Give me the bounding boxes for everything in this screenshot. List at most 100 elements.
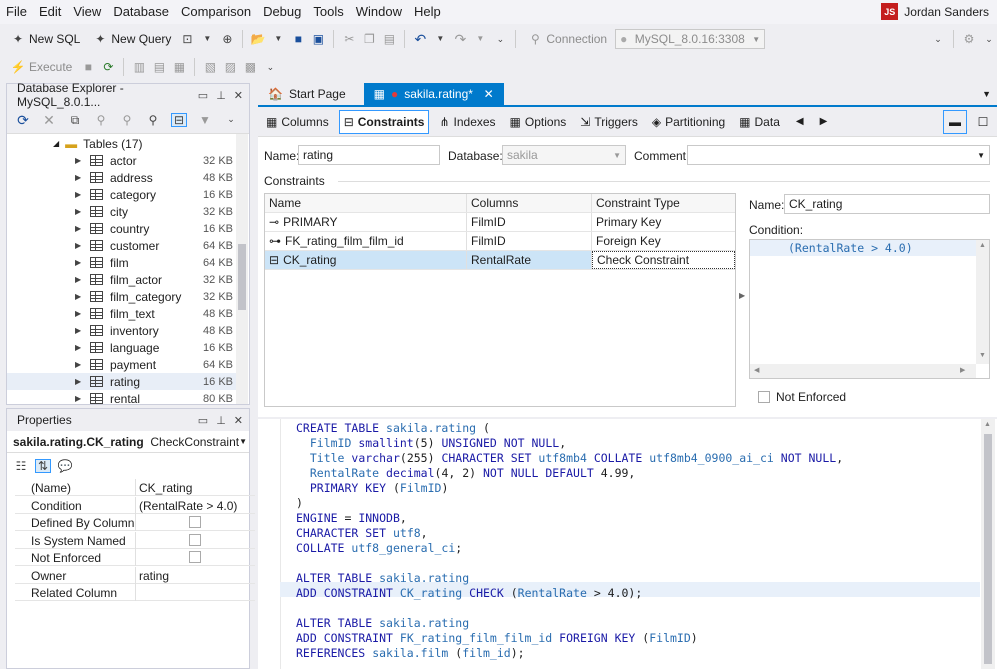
toolbar-tool-icon[interactable]: ▧ xyxy=(202,61,218,73)
collapsed-arrow-icon[interactable]: ▶ xyxy=(75,173,85,182)
collapsed-arrow-icon[interactable]: ▶ xyxy=(75,394,85,403)
not-enforced-checkbox[interactable]: Not Enforced xyxy=(758,390,846,404)
property-value[interactable]: CK_rating xyxy=(139,481,192,495)
tree-node-table[interactable]: ▶ film 64 KB xyxy=(7,254,237,271)
vertical-scrollbar[interactable]: ▲ ▼ xyxy=(976,240,989,364)
close-icon[interactable]: ✕ xyxy=(234,89,243,102)
tree-node-table[interactable]: ▶ category 16 KB xyxy=(7,186,237,203)
tree-node-table[interactable]: ▶ film_actor 32 KB xyxy=(7,271,237,288)
property-value[interactable]: (RentalRate > 4.0) xyxy=(139,499,237,513)
tab-partitioning[interactable]: ◈ Partitioning xyxy=(648,110,729,134)
connection-button[interactable]: ⚲ Connection xyxy=(523,30,611,48)
cut-icon[interactable]: ✂ xyxy=(341,33,357,45)
toolbar-tool-icon[interactable]: ▦ xyxy=(171,61,187,73)
constraint-name-field[interactable]: CK_rating xyxy=(784,194,990,214)
undo-icon[interactable]: ↶ xyxy=(412,32,428,46)
collapsed-arrow-icon[interactable]: ▶ xyxy=(75,343,85,352)
tab-triggers[interactable]: ⇲ Triggers xyxy=(576,110,642,134)
overflow-icon[interactable]: ⌄ xyxy=(223,115,239,124)
new-connection-icon[interactable]: ⚲ xyxy=(145,114,161,126)
tree-node-table[interactable]: ▶ rating 16 KB xyxy=(7,373,237,390)
tab-columns[interactable]: ▦ Columns xyxy=(262,110,333,134)
scrollbar-thumb[interactable] xyxy=(984,434,992,664)
collapsed-arrow-icon[interactable]: ▶ xyxy=(75,241,85,250)
split-view-icon[interactable]: ▬ xyxy=(943,109,967,134)
toolbar-tool-icon[interactable]: ▩ xyxy=(242,61,258,73)
alphabetical-icon[interactable]: ⇅ xyxy=(35,459,51,473)
collapsed-arrow-icon[interactable]: ▶ xyxy=(75,258,85,267)
tab-options[interactable]: ▦ Options xyxy=(506,110,571,134)
object-selector[interactable]: sakila.rating.CK_rating CheckConstraint … xyxy=(7,431,249,453)
tree-node-table[interactable]: ▶ country 16 KB xyxy=(7,220,237,237)
property-pages-icon[interactable]: 💬 xyxy=(57,460,73,472)
cell-type[interactable]: Check Constraint xyxy=(592,251,735,269)
table-row-selected[interactable]: ⊟ CK_rating RentalRate Check Constraint xyxy=(265,251,735,270)
dropdown-arrow-icon[interactable]: ▼ xyxy=(432,35,448,43)
collapsed-arrow-icon[interactable]: ▶ xyxy=(75,207,85,216)
menu-edit[interactable]: Edit xyxy=(33,0,67,19)
menu-view[interactable]: View xyxy=(67,0,107,19)
dropdown-arrow-icon[interactable]: ▼ xyxy=(270,35,286,43)
paste-icon[interactable]: ▤ xyxy=(381,33,397,45)
tree-scrollbar[interactable] xyxy=(236,134,248,404)
tree-node-table[interactable]: ▶ rental 80 KB xyxy=(7,390,237,404)
menu-comparison[interactable]: Comparison xyxy=(175,0,257,19)
new-file-icon[interactable]: ⊕ xyxy=(219,33,235,45)
tree-node-table[interactable]: ▶ film_text 48 KB xyxy=(7,305,237,322)
collapsed-arrow-icon[interactable]: ▶ xyxy=(75,224,85,233)
toolbar-tool-icon[interactable]: ▤ xyxy=(151,61,167,73)
property-checkbox[interactable] xyxy=(189,533,201,546)
collapsed-arrow-icon[interactable]: ▶ xyxy=(75,292,85,301)
overflow-icon[interactable]: ⌄ xyxy=(930,34,946,44)
menu-window[interactable]: Window xyxy=(350,0,408,19)
tree-node-table[interactable]: ▶ actor 32 KB xyxy=(7,152,237,169)
tree-node-table[interactable]: ▶ film_category 32 KB xyxy=(7,288,237,305)
overflow-icon[interactable]: ⌄ xyxy=(981,34,997,44)
property-row[interactable]: Defined By Column xyxy=(15,514,255,531)
open-icon[interactable]: 📂 xyxy=(250,33,266,45)
tabs-scroll-right-icon[interactable]: ▶ xyxy=(820,116,828,127)
overflow-icon[interactable]: ⌄ xyxy=(492,34,508,44)
tab-list-dropdown-icon[interactable]: ▼ xyxy=(982,89,991,99)
menu-database[interactable]: Database xyxy=(107,0,175,19)
disconnect-icon[interactable]: ⚲ xyxy=(119,114,135,126)
new-query-button[interactable]: ✦ New Query xyxy=(88,30,175,48)
filter-toggle-icon[interactable]: ⊟ xyxy=(171,112,187,127)
collapsed-arrow-icon[interactable]: ▶ xyxy=(75,360,85,369)
settings-icon[interactable]: ⚙ xyxy=(961,33,977,45)
window-menu-icon[interactable]: ▭ xyxy=(198,89,208,102)
close-icon[interactable]: ✕ xyxy=(484,87,494,101)
tab-start-page[interactable]: 🏠 Start Page xyxy=(258,83,356,105)
save-all-icon[interactable]: ▣ xyxy=(310,33,326,45)
new-window-icon[interactable]: ⧉ xyxy=(67,114,83,126)
copy-icon[interactable]: ❐ xyxy=(361,33,377,45)
redo-icon[interactable]: ↷ xyxy=(452,32,468,46)
toolbar-tool-icon[interactable]: ▨ xyxy=(222,61,238,73)
database-select[interactable]: sakila ▼ xyxy=(502,145,626,165)
tab-data[interactable]: ▦ Data xyxy=(735,110,784,134)
header-columns[interactable]: Columns xyxy=(467,194,592,212)
sql-vertical-scrollbar[interactable]: ▲ xyxy=(981,419,995,669)
property-row[interactable]: Is System Named xyxy=(15,531,255,549)
filter-icon[interactable]: ▼ xyxy=(197,114,213,126)
header-name[interactable]: Name xyxy=(265,194,467,212)
collapsed-arrow-icon[interactable]: ▶ xyxy=(75,275,85,284)
collapsed-arrow-icon[interactable]: ▶ xyxy=(75,377,85,386)
horizontal-scrollbar[interactable]: ◀ ▶ xyxy=(750,364,976,378)
table-name-field[interactable]: rating xyxy=(298,145,440,165)
close-icon[interactable]: ✕ xyxy=(234,414,243,427)
menu-debug[interactable]: Debug xyxy=(257,0,307,19)
scrollbar-thumb[interactable] xyxy=(238,244,246,310)
tree-node-table[interactable]: ▶ payment 64 KB xyxy=(7,356,237,373)
tab-constraints[interactable]: ⊟ Constraints xyxy=(338,109,430,134)
tree-node-table[interactable]: ▶ customer 64 KB xyxy=(7,237,237,254)
property-row[interactable]: (Name) CK_rating xyxy=(15,479,255,496)
property-checkbox[interactable] xyxy=(189,551,201,563)
property-row[interactable]: Related Column xyxy=(15,584,255,601)
tree-node-table[interactable]: ▶ address 48 KB xyxy=(7,169,237,186)
collapsed-arrow-icon[interactable]: ▶ xyxy=(75,326,85,335)
overflow-icon[interactable]: ⌄ xyxy=(262,62,278,72)
collapsed-arrow-icon[interactable]: ▶ xyxy=(75,190,85,199)
property-row[interactable]: Owner rating xyxy=(15,566,255,584)
new-sql-button[interactable]: ✦ New SQL xyxy=(6,30,84,48)
